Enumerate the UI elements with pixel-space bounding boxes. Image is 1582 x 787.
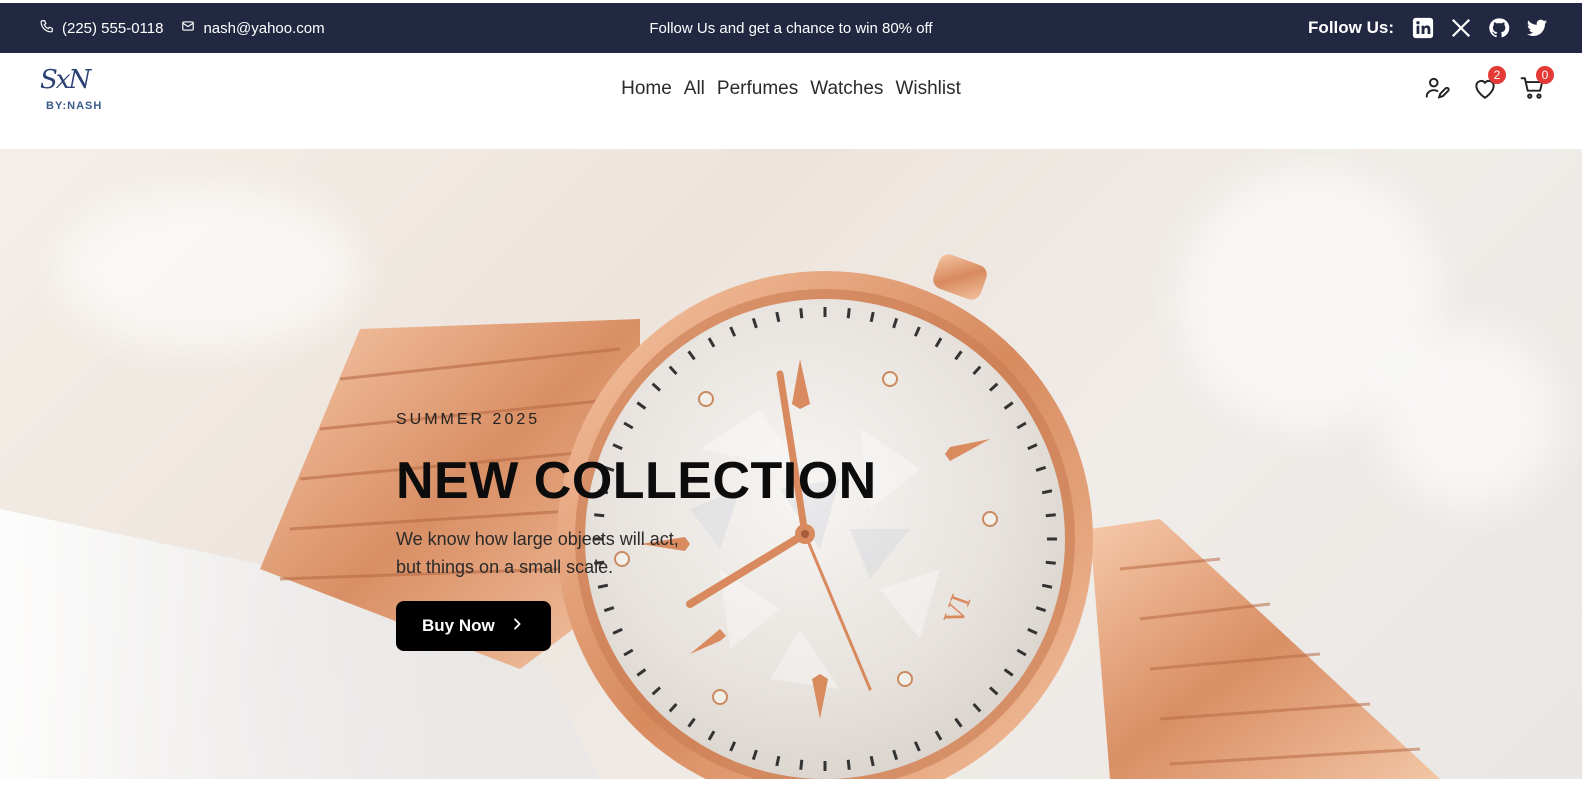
dial-tick (1045, 513, 1056, 518)
mail-icon (181, 19, 195, 37)
dial-tick (1045, 560, 1056, 565)
phone-contact[interactable]: (225) 555-0118 (40, 19, 163, 37)
nav-all[interactable]: All (684, 78, 705, 100)
dial-tick (1041, 583, 1053, 589)
cart-button[interactable]: 0 (1520, 66, 1554, 101)
dial-tick (799, 308, 804, 319)
wishlist-button[interactable]: 2 (1472, 66, 1506, 101)
social-links: Follow Us: (1308, 3, 1548, 53)
user-edit-icon (1424, 77, 1450, 105)
wishlist-count-badge: 2 (1488, 66, 1506, 84)
page-bottom-edge (0, 779, 1582, 787)
account-button[interactable] (1424, 75, 1450, 101)
contact-info: (225) 555-0118 nash@yahoo.com (40, 3, 325, 53)
chevron-right-icon (509, 616, 525, 637)
hero-desc-line-1: We know how large objects will act, (396, 529, 679, 549)
github-icon[interactable] (1488, 17, 1510, 39)
logo-mark: SxN (40, 65, 91, 95)
nav-perfumes[interactable]: Perfumes (717, 78, 798, 100)
heart-icon (1472, 80, 1498, 105)
cart-count-badge: 0 (1536, 66, 1554, 84)
header-actions: 2 0 (1424, 66, 1554, 101)
dial-tick (1041, 489, 1053, 495)
dial-tick (869, 311, 875, 323)
dial-tick (846, 759, 851, 770)
nav-wishlist[interactable]: Wishlist (895, 78, 960, 100)
main-nav: Home All Perfumes Watches Wishlist (0, 53, 1582, 125)
hero-content: SUMMER 2025 NEW COLLECTION We know how l… (396, 411, 877, 651)
email-address: nash@yahoo.com (203, 19, 325, 37)
nav-watches[interactable]: Watches (810, 78, 883, 100)
follow-label: Follow Us: (1308, 18, 1394, 37)
nav-home[interactable]: Home (621, 78, 672, 100)
hero-kicker: SUMMER 2025 (396, 411, 541, 428)
hero-banner: VI SUMMER 2025 NEW COLLECTION We know ho… (0, 149, 1582, 779)
dial-tick (846, 308, 851, 319)
x-icon[interactable] (1450, 17, 1472, 39)
logo-subtitle: BY:NASH (46, 100, 103, 112)
dial-tick (799, 759, 804, 770)
phone-icon (40, 19, 54, 37)
site-header: SxN BY:NASH Home All Perfumes Watches Wi… (0, 53, 1582, 149)
linkedin-icon[interactable] (1412, 17, 1434, 39)
phone-number: (225) 555-0118 (62, 19, 164, 37)
buy-now-label: Buy Now (422, 616, 495, 635)
dial-tick (775, 311, 781, 323)
cart-icon (1520, 77, 1546, 105)
twitter-icon[interactable] (1526, 17, 1548, 39)
top-bar: (225) 555-0118 nash@yahoo.com Follow Us … (0, 3, 1582, 53)
dial-tick (775, 755, 781, 767)
buy-now-button[interactable]: Buy Now (396, 601, 551, 651)
hero-desc-line-2: but things on a small scale. (396, 557, 614, 577)
hero-description: We know how large objects will act, but … (396, 525, 736, 581)
brand-logo[interactable]: SxN BY:NASH (40, 65, 130, 115)
email-contact[interactable]: nash@yahoo.com (181, 19, 325, 37)
dial-tick (869, 755, 875, 767)
hero-title: NEW COLLECTION (396, 452, 877, 510)
